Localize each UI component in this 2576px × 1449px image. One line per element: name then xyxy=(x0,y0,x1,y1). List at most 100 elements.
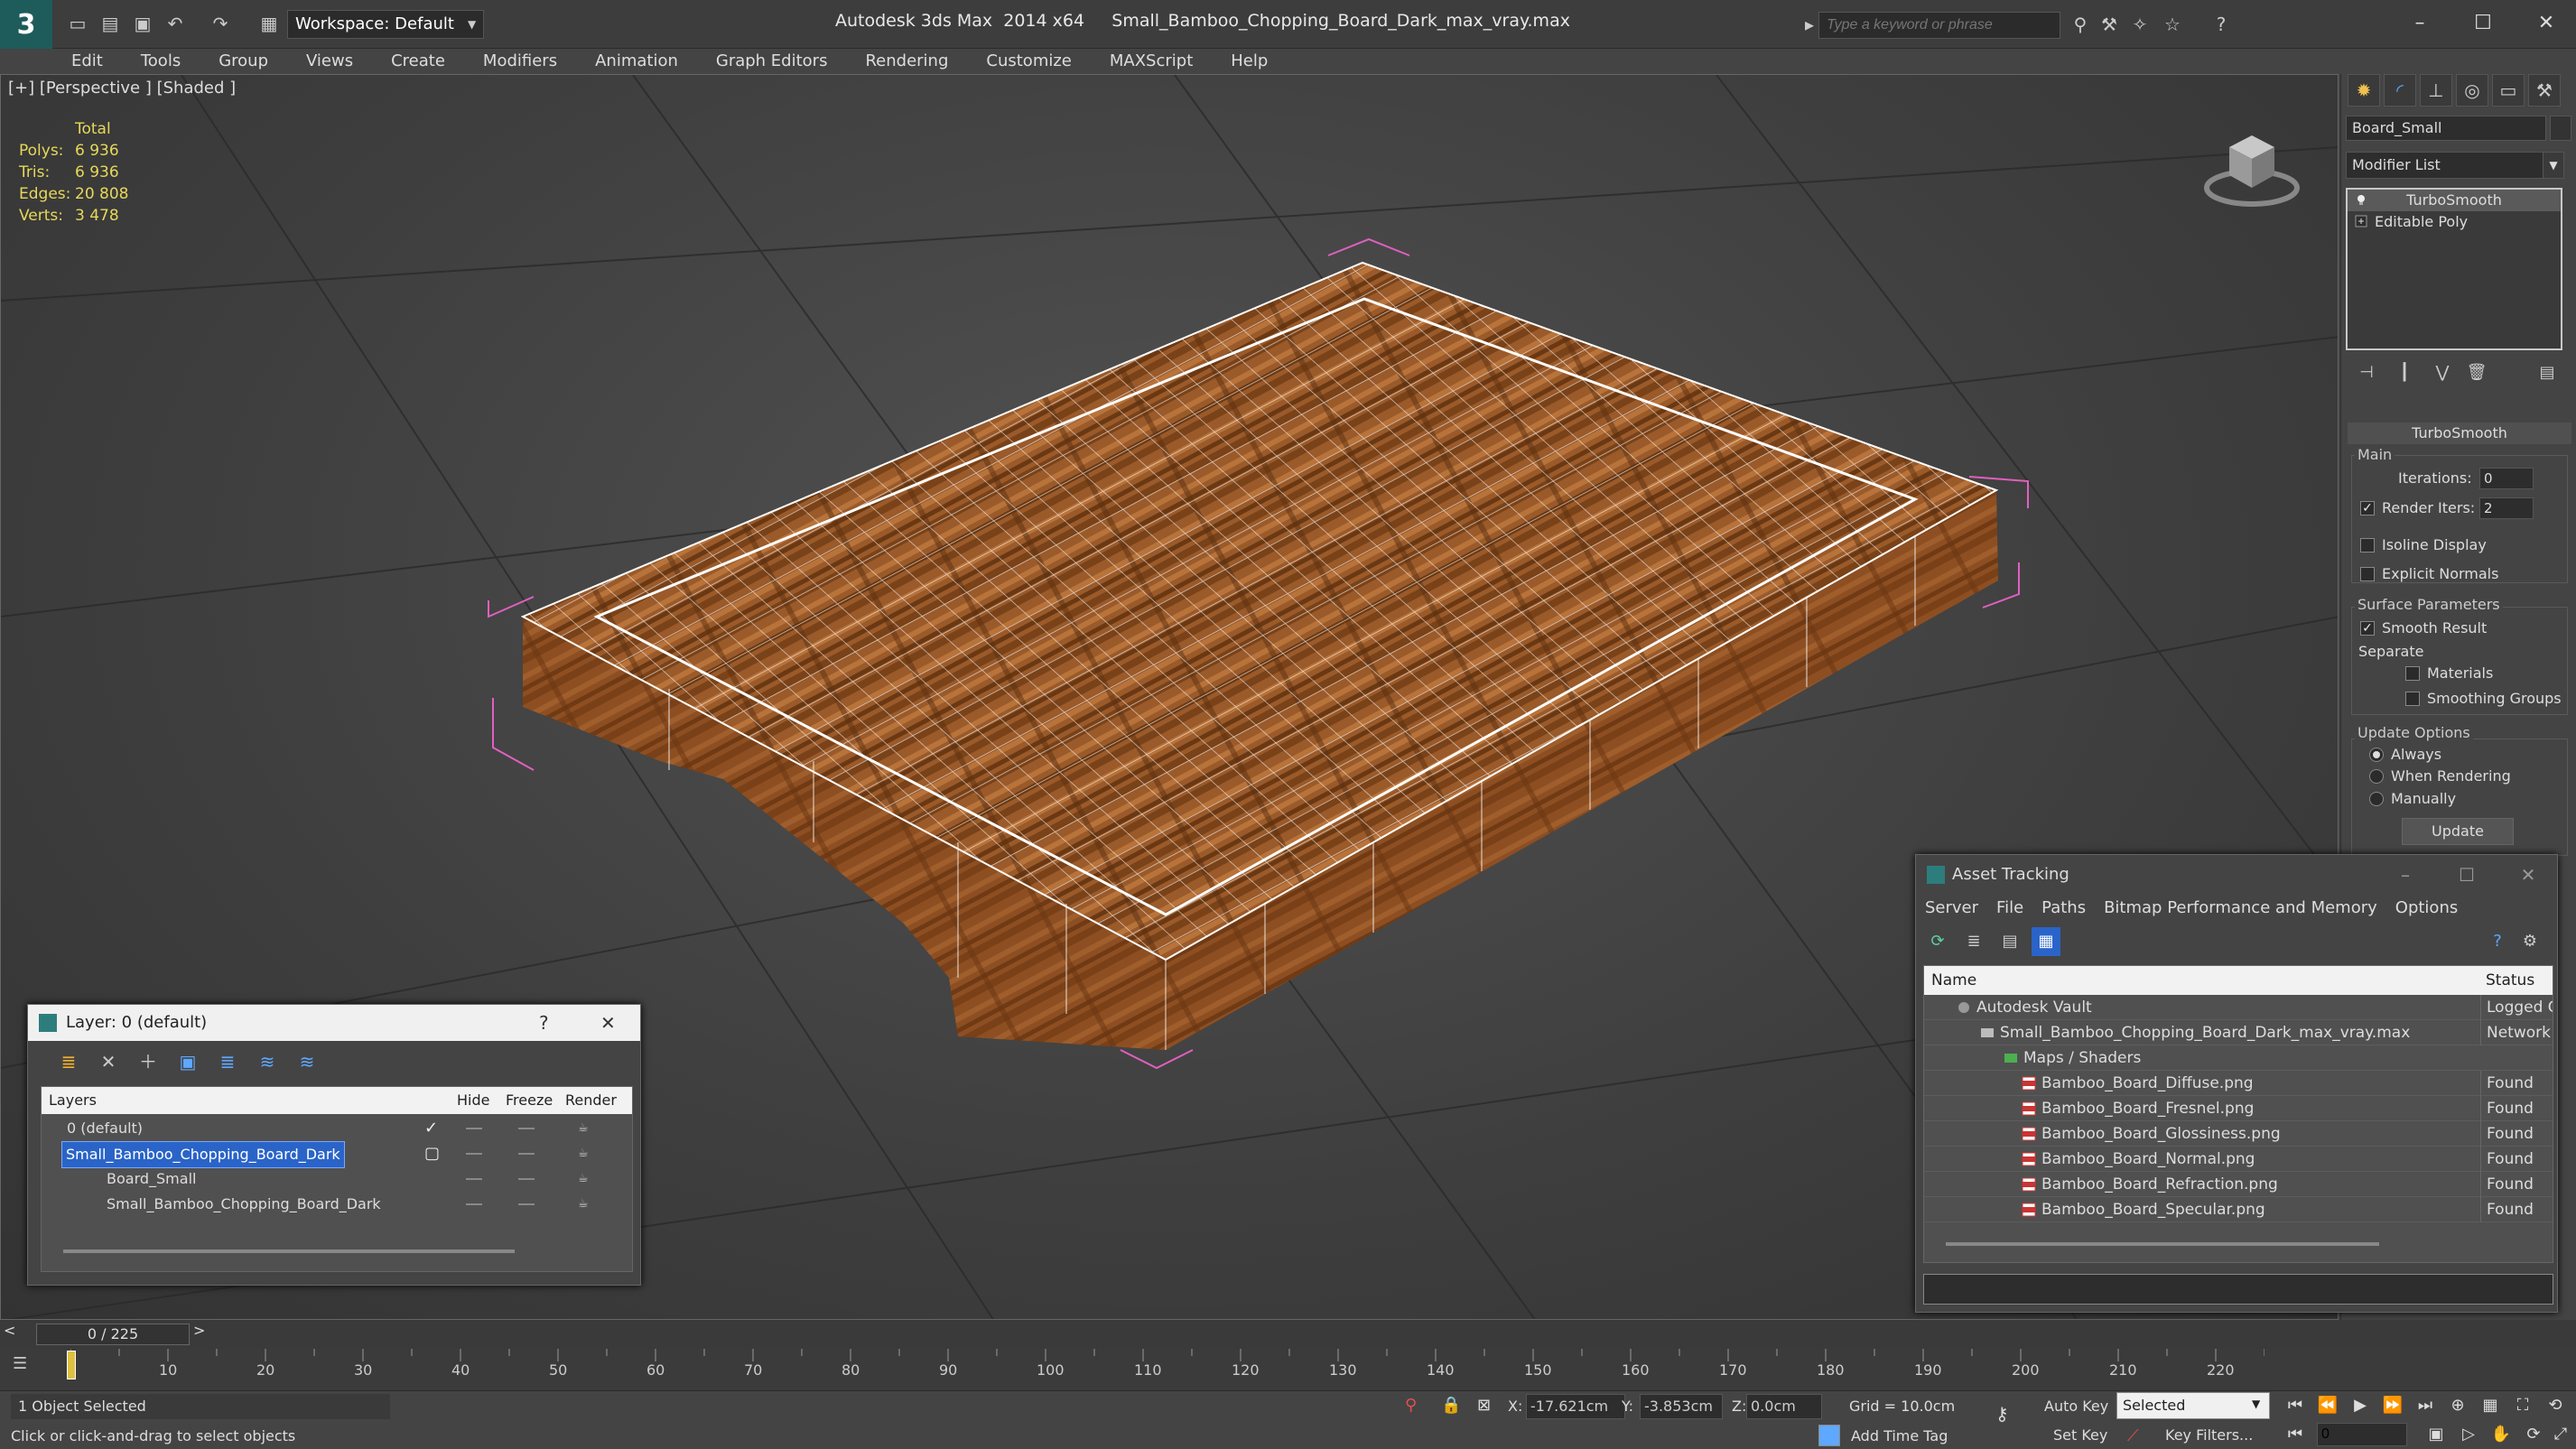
isolate-selection-icon[interactable]: ⚲ xyxy=(1405,1396,1417,1415)
table-row[interactable]: 0 (default) ✓ ☕ xyxy=(42,1116,632,1141)
table-view-icon[interactable]: ▦ xyxy=(2032,927,2060,956)
next-frame-icon[interactable]: > xyxy=(193,1322,205,1339)
settings-icon[interactable]: ⚙ xyxy=(2516,927,2544,956)
next-frame-icon[interactable]: ⏩ xyxy=(2378,1392,2407,1419)
table-row[interactable]: Bamboo_Board_Fresnel.png Found xyxy=(1924,1096,2553,1121)
active-box-icon[interactable]: ▢ xyxy=(424,1141,440,1166)
horizontal-scrollbar[interactable] xyxy=(1946,1242,2379,1246)
menu-bitmap-performance[interactable]: Bitmap Performance and Memory xyxy=(2095,895,2386,922)
menu-graph-editors[interactable]: Graph Editors xyxy=(697,49,847,74)
freeze-toggle[interactable] xyxy=(518,1128,535,1129)
refresh-icon[interactable]: ⟳ xyxy=(1923,927,1952,956)
orbit-subobject-icon[interactable]: ⟳ xyxy=(2519,1421,2548,1448)
smooth-result-checkbox[interactable]: ✓ xyxy=(2360,621,2375,636)
help-icon[interactable]: ? xyxy=(2209,12,2234,37)
project-folder-icon[interactable]: ▦ xyxy=(256,11,282,36)
app-logo-icon[interactable]: 3 xyxy=(0,0,52,49)
menu-maxscript[interactable]: MAXScript xyxy=(1091,49,1212,74)
chevron-down-icon[interactable]: ▼ xyxy=(2543,152,2564,179)
subscription-icon[interactable]: ⚒ xyxy=(2097,12,2122,37)
set-key-icon[interactable]: ⟋ xyxy=(2127,1426,2139,1445)
horizontal-scrollbar[interactable] xyxy=(63,1249,515,1253)
chevron-down-icon[interactable]: ▼ xyxy=(2252,1398,2260,1410)
walkthrough-icon[interactable]: ▷ xyxy=(2454,1421,2483,1448)
zoom-icon[interactable]: ⊕ xyxy=(2443,1392,2472,1419)
table-row[interactable]: Small_Bamboo_Chopping_Board_Dark ▢ ☕ xyxy=(42,1141,632,1168)
new-file-icon[interactable]: ▭ xyxy=(65,11,90,36)
menu-file[interactable]: File xyxy=(1987,895,2032,922)
highlight-layer-icon[interactable]: ≣ xyxy=(214,1048,241,1075)
pan-view-icon[interactable]: ✋ xyxy=(2487,1421,2516,1448)
expand-plus-icon[interactable] xyxy=(2355,215,2367,228)
menu-group[interactable]: Group xyxy=(200,49,287,74)
time-config-icon[interactable]: ▣ xyxy=(2422,1421,2450,1448)
col-freeze[interactable]: Freeze xyxy=(506,1087,553,1114)
help-icon[interactable]: ? xyxy=(2483,927,2512,956)
freeze-toggle[interactable] xyxy=(518,1178,535,1180)
object-name-field[interactable]: Board_Small xyxy=(2346,116,2546,141)
stack-item-turbosmooth[interactable]: TurboSmooth xyxy=(2348,190,2561,211)
list-view-icon[interactable]: ≣ xyxy=(1959,927,1988,956)
always-radio[interactable] xyxy=(2369,748,2384,762)
close-icon[interactable]: ✕ xyxy=(600,1005,616,1041)
time-slider[interactable] xyxy=(0,1320,2576,1349)
materials-checkbox[interactable] xyxy=(2405,666,2420,681)
open-file-icon[interactable]: ▤ xyxy=(98,11,123,36)
field-of-view-icon[interactable]: ⛶ xyxy=(2508,1392,2537,1419)
add-time-tag[interactable]: Add Time Tag xyxy=(1851,1425,1948,1448)
time-tag-icon[interactable] xyxy=(1818,1425,1840,1446)
hide-toggle[interactable] xyxy=(466,1128,482,1129)
table-row[interactable]: Bamboo_Board_Specular.png Found xyxy=(1924,1197,2553,1222)
table-row[interactable]: Autodesk Vault Logged Out xyxy=(1924,995,2553,1020)
prev-frame-icon[interactable]: < xyxy=(4,1322,15,1339)
hide-toggle[interactable] xyxy=(466,1203,482,1205)
communication-icon[interactable]: ✧ xyxy=(2127,12,2153,37)
create-tab-icon[interactable]: ✹ xyxy=(2348,74,2380,107)
orbit-icon[interactable]: ⟲ xyxy=(2541,1392,2570,1419)
key-mode-icon[interactable]: ⏮ xyxy=(2281,1421,2310,1448)
col-hide[interactable]: Hide xyxy=(457,1087,489,1114)
show-end-result-icon[interactable]: ┃ xyxy=(2391,359,2418,386)
remove-modifier-icon[interactable]: 🗑 xyxy=(2463,359,2490,386)
lightbulb-icon[interactable] xyxy=(2355,193,2367,206)
close-icon[interactable]: ✕ xyxy=(2519,7,2573,40)
active-check-icon[interactable]: ✓ xyxy=(424,1116,438,1141)
favorites-star-icon[interactable]: ☆ xyxy=(2160,12,2185,37)
render-teapot-icon[interactable]: ☕ xyxy=(578,1173,592,1184)
go-to-end-icon[interactable]: ⏭ xyxy=(2411,1392,2440,1419)
set-key-button[interactable]: Set Key xyxy=(2053,1423,2107,1448)
y-coordinate-field[interactable]: -3.853cm xyxy=(1640,1394,1723,1419)
pin-stack-icon[interactable]: ⊣ xyxy=(2353,359,2380,386)
time-slider-thumb[interactable]: 0 / 225 xyxy=(36,1324,190,1345)
freeze-toggle[interactable] xyxy=(518,1153,535,1155)
render-iters-spinner[interactable]: 2 xyxy=(2479,497,2534,519)
smoothing-groups-checkbox[interactable] xyxy=(2405,692,2420,706)
update-button[interactable]: Update xyxy=(2402,818,2514,845)
menu-customize[interactable]: Customize xyxy=(967,49,1090,74)
absolute-mode-icon[interactable]: ⊠ xyxy=(1477,1396,1491,1415)
render-teapot-icon[interactable]: ☕ xyxy=(578,1147,592,1159)
explicit-normals-checkbox[interactable] xyxy=(2360,567,2375,581)
x-coordinate-field[interactable]: -17.621cm xyxy=(1526,1394,1625,1419)
play-icon[interactable]: ▶ xyxy=(2346,1392,2375,1419)
menu-create[interactable]: Create xyxy=(372,49,464,74)
table-row[interactable]: Small_Bamboo_Chopping_Board_Dark ☕ xyxy=(42,1192,632,1217)
viewport-label[interactable]: [+] [Perspective ] [Shaded ] xyxy=(8,79,236,98)
help-icon[interactable]: ? xyxy=(539,1005,549,1041)
menu-options[interactable]: Options xyxy=(2386,895,2467,922)
save-icon[interactable]: ▣ xyxy=(130,11,155,36)
isoline-checkbox[interactable] xyxy=(2360,538,2375,553)
binoculars-icon[interactable]: ⚲ xyxy=(2068,12,2093,37)
freeze-toggle[interactable] xyxy=(518,1203,535,1205)
delete-layer-icon[interactable]: ✕ xyxy=(95,1048,122,1075)
display-tab-icon[interactable]: ▭ xyxy=(2492,74,2525,107)
redo-icon[interactable]: ↷ xyxy=(208,11,233,36)
motion-tab-icon[interactable]: ◎ xyxy=(2456,74,2488,107)
z-coordinate-field[interactable]: 0.0cm xyxy=(1746,1394,1822,1419)
new-layer-icon[interactable]: ≣ xyxy=(55,1048,82,1075)
hide-all-icon[interactable]: ≋ xyxy=(254,1048,281,1075)
menu-views[interactable]: Views xyxy=(287,49,372,74)
menu-animation[interactable]: Animation xyxy=(576,49,697,74)
when-rendering-radio[interactable] xyxy=(2369,769,2384,784)
render-iters-checkbox[interactable]: ✓ xyxy=(2360,501,2375,516)
